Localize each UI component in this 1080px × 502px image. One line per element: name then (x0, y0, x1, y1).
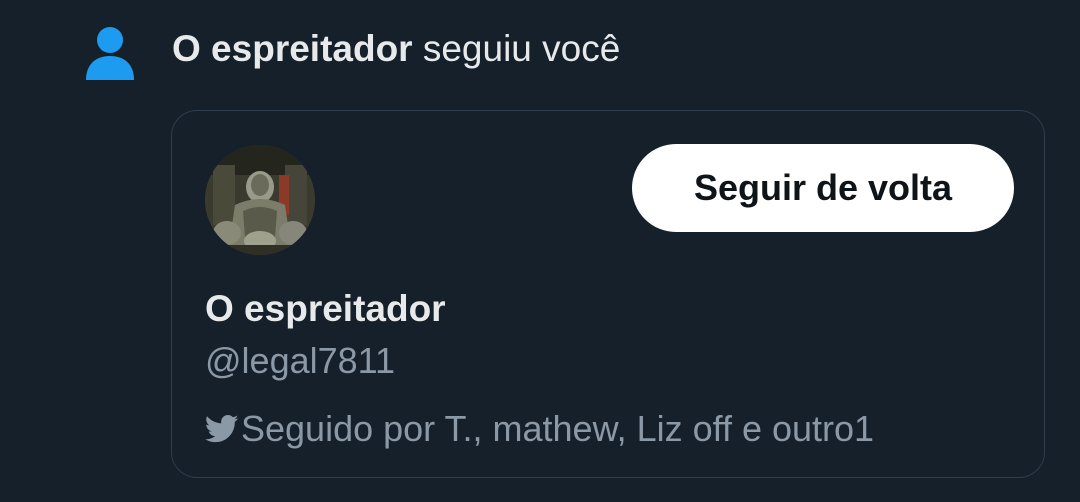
user-card[interactable]: Seguir de volta O espreitador @legal7811… (171, 110, 1045, 478)
action-text: seguiu você (412, 28, 621, 69)
user-handle[interactable]: @legal7811 (205, 337, 395, 385)
person-icon (86, 27, 134, 80)
followed-by: Seguido por T., mathew, Liz off e outro1 (205, 405, 874, 453)
bird-icon (205, 414, 239, 443)
avatar[interactable] (205, 145, 315, 255)
display-name[interactable]: O espreitador (205, 285, 446, 333)
follow-notification[interactable]: O espreitador seguiu você Seguir de volt… (0, 0, 1080, 502)
actor-name[interactable]: O espreitador (172, 28, 413, 69)
followed-by-text: Seguido por T., mathew, Liz off e outro1 (241, 408, 875, 449)
follow-back-button[interactable]: Seguir de volta (632, 144, 1014, 232)
notification-headline: O espreitador seguiu você (172, 24, 620, 74)
